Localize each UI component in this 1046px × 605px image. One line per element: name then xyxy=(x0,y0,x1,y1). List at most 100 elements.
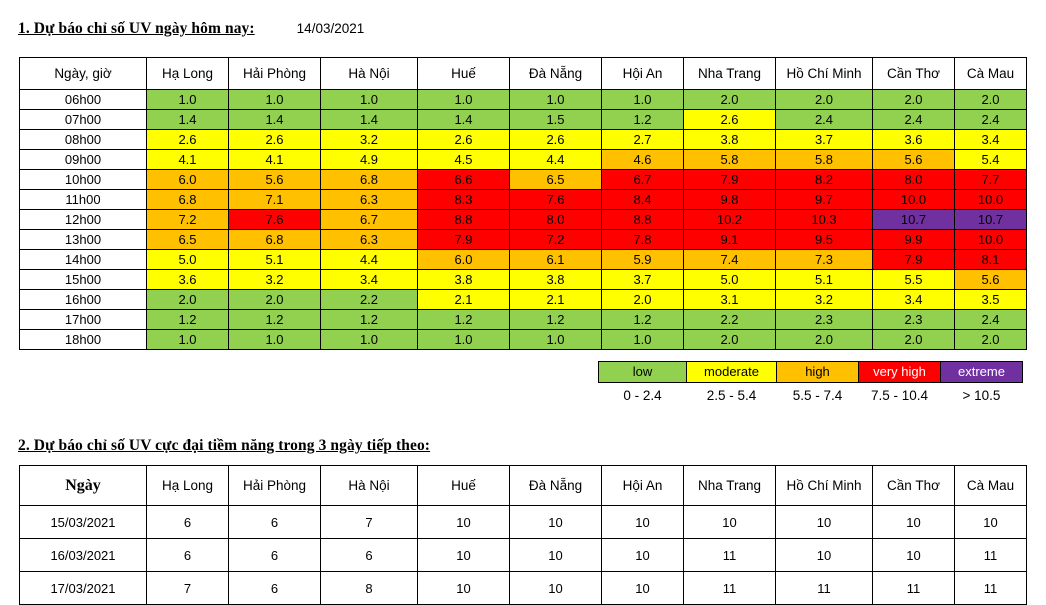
uv-value-cell: 7.8 xyxy=(601,229,684,250)
hourly-time-cell: 12h00 xyxy=(19,209,147,230)
daily-uv-value-cell: 10 xyxy=(872,538,955,572)
uv-value-cell: 1.0 xyxy=(228,89,321,110)
uv-value-cell: 6.5 xyxy=(146,229,229,250)
daily-uv-value-cell: 10 xyxy=(509,571,602,605)
uv-value-cell: 5.1 xyxy=(228,249,321,270)
uv-value-cell: 1.4 xyxy=(320,109,418,130)
uv-value-cell: 1.4 xyxy=(146,109,229,130)
daily-uv-value-cell: 10 xyxy=(601,538,684,572)
uv-value-cell: 2.6 xyxy=(228,129,321,150)
daily-uv-table: Ngày Hạ Long Hải Phòng Hà Nội Huế Đà Nẵng Hội … xyxy=(19,465,1027,605)
uv-value-cell: 1.4 xyxy=(417,109,510,130)
uv-value-cell: 6.8 xyxy=(228,229,321,250)
hourly-col-head-time: Ngày, giờ xyxy=(19,57,147,90)
uv-value-cell: 8.4 xyxy=(601,189,684,210)
uv-value-cell: 2.0 xyxy=(872,329,955,350)
hourly-time-cell: 10h00 xyxy=(19,169,147,190)
hourly-time-cell: 11h00 xyxy=(19,189,147,210)
uv-value-cell: 7.2 xyxy=(509,229,602,250)
hourly-col-head-city: Hải Phòng xyxy=(228,57,321,90)
uv-value-cell: 4.6 xyxy=(601,149,684,170)
uv-value-cell: 5.0 xyxy=(683,269,776,290)
daily-col-head-city: Hạ Long xyxy=(146,465,229,506)
uv-value-cell: 1.4 xyxy=(228,109,321,130)
daily-uv-value-cell: 10 xyxy=(509,505,602,539)
uv-value-cell: 6.7 xyxy=(320,209,418,230)
uv-value-cell: 1.2 xyxy=(146,309,229,330)
uv-value-cell: 4.1 xyxy=(228,149,321,170)
daily-col-head-city: Hà Nội xyxy=(320,465,418,506)
uv-value-cell: 10.0 xyxy=(954,229,1027,250)
table-row: 09h00 4.1 4.1 4.9 4.5 4.4 4.6 5.8 5.8 5.6 5.4 xyxy=(19,149,1027,170)
legend-range-row: 0 - 2.4 2.5 - 5.4 5.5 - 7.4 7.5 - 10.4 > 10.… xyxy=(598,382,1023,409)
legend-range-label: 5.5 - 7.4 xyxy=(776,382,859,409)
uv-value-cell: 7.2 xyxy=(146,209,229,230)
uv-value-cell: 5.6 xyxy=(228,169,321,190)
uv-value-cell: 5.8 xyxy=(683,149,776,170)
daily-uv-value-cell: 10 xyxy=(775,505,873,539)
table-row: 15/03/2021 6 6 7 10 10 10 10 10 10 10 xyxy=(19,505,1027,539)
uv-value-cell: 6.6 xyxy=(417,169,510,190)
uv-value-cell: 3.6 xyxy=(146,269,229,290)
uv-value-cell: 7.9 xyxy=(683,169,776,190)
uv-value-cell: 2.2 xyxy=(683,309,776,330)
uv-value-cell: 3.2 xyxy=(775,289,873,310)
uv-value-cell: 4.4 xyxy=(509,149,602,170)
uv-value-cell: 2.6 xyxy=(509,129,602,150)
legend-range-label: 2.5 - 5.4 xyxy=(686,382,777,409)
uv-value-cell: 8.8 xyxy=(601,209,684,230)
uv-value-cell: 1.0 xyxy=(320,89,418,110)
daily-uv-value-cell: 10 xyxy=(417,505,510,539)
daily-uv-value-cell: 11 xyxy=(775,571,873,605)
daily-uv-value-cell: 11 xyxy=(954,571,1027,605)
daily-table-body: 15/03/2021 6 6 7 10 10 10 10 10 10 10 16/03/2021 6 6 6… xyxy=(19,505,1027,605)
legend-range-label: 0 - 2.4 xyxy=(598,382,687,409)
hourly-col-head-city: Nha Trang xyxy=(683,57,776,90)
uv-value-cell: 6.1 xyxy=(509,249,602,270)
uv-value-cell: 2.7 xyxy=(601,129,684,150)
uv-value-cell: 3.4 xyxy=(320,269,418,290)
uv-value-cell: 6.3 xyxy=(320,189,418,210)
hourly-section-header: 1. Dự báo chỉ số UV ngày hôm nay: 14/03/… xyxy=(18,20,364,38)
uv-value-cell: 3.2 xyxy=(228,269,321,290)
uv-value-cell: 7.6 xyxy=(228,209,321,230)
daily-date-cell: 15/03/2021 xyxy=(19,505,147,539)
uv-value-cell: 8.8 xyxy=(417,209,510,230)
uv-value-cell: 2.0 xyxy=(954,89,1027,110)
uv-value-cell: 5.4 xyxy=(954,149,1027,170)
uv-value-cell: 10.7 xyxy=(872,209,955,230)
daily-uv-value-cell: 11 xyxy=(683,571,776,605)
uv-value-cell: 1.0 xyxy=(146,329,229,350)
uv-value-cell: 2.0 xyxy=(954,329,1027,350)
daily-col-head-city: Đà Nẵng xyxy=(509,465,602,506)
uv-value-cell: 1.0 xyxy=(417,89,510,110)
uv-value-cell: 2.3 xyxy=(775,309,873,330)
table-row: 10h00 6.0 5.6 6.8 6.6 6.5 6.7 7.9 8.2 8.0 7.7 xyxy=(19,169,1027,190)
uv-value-cell: 6.5 xyxy=(509,169,602,190)
uv-value-cell: 6.8 xyxy=(146,189,229,210)
hourly-time-cell: 18h00 xyxy=(19,329,147,350)
table-row: 14h00 5.0 5.1 4.4 6.0 6.1 5.9 7.4 7.3 7.9 8.1 xyxy=(19,249,1027,270)
uv-value-cell: 7.6 xyxy=(509,189,602,210)
hourly-uv-table-container: Ngày, giờ Hạ Long Hải Phòng Hà Nội Huế Đà Nẵn… xyxy=(19,57,1027,350)
daily-date-cell: 16/03/2021 xyxy=(19,538,147,572)
daily-col-head-date: Ngày xyxy=(19,465,147,506)
uv-value-cell: 1.0 xyxy=(417,329,510,350)
hourly-uv-table: Ngày, giờ Hạ Long Hải Phòng Hà Nội Huế Đà Nẵn… xyxy=(19,57,1027,350)
daily-col-head-city: Cần Thơ xyxy=(872,465,955,506)
daily-uv-value-cell: 6 xyxy=(146,538,229,572)
uv-value-cell: 3.6 xyxy=(872,129,955,150)
uv-value-cell: 3.7 xyxy=(775,129,873,150)
uv-value-cell: 3.4 xyxy=(872,289,955,310)
daily-date-cell: 17/03/2021 xyxy=(19,571,147,605)
uv-value-cell: 3.4 xyxy=(954,129,1027,150)
daily-uv-value-cell: 6 xyxy=(146,505,229,539)
hourly-col-head-city: Hồ Chí Minh xyxy=(775,57,873,90)
uv-value-cell: 2.6 xyxy=(146,129,229,150)
daily-section-title: 2. Dự báo chỉ số UV cực đại tiềm năng tr… xyxy=(18,437,431,454)
daily-uv-value-cell: 10 xyxy=(683,505,776,539)
legend-range-label: > 10.5 xyxy=(940,382,1023,409)
uv-value-cell: 6.7 xyxy=(601,169,684,190)
uv-value-cell: 10.0 xyxy=(954,189,1027,210)
uv-value-cell: 7.9 xyxy=(417,229,510,250)
